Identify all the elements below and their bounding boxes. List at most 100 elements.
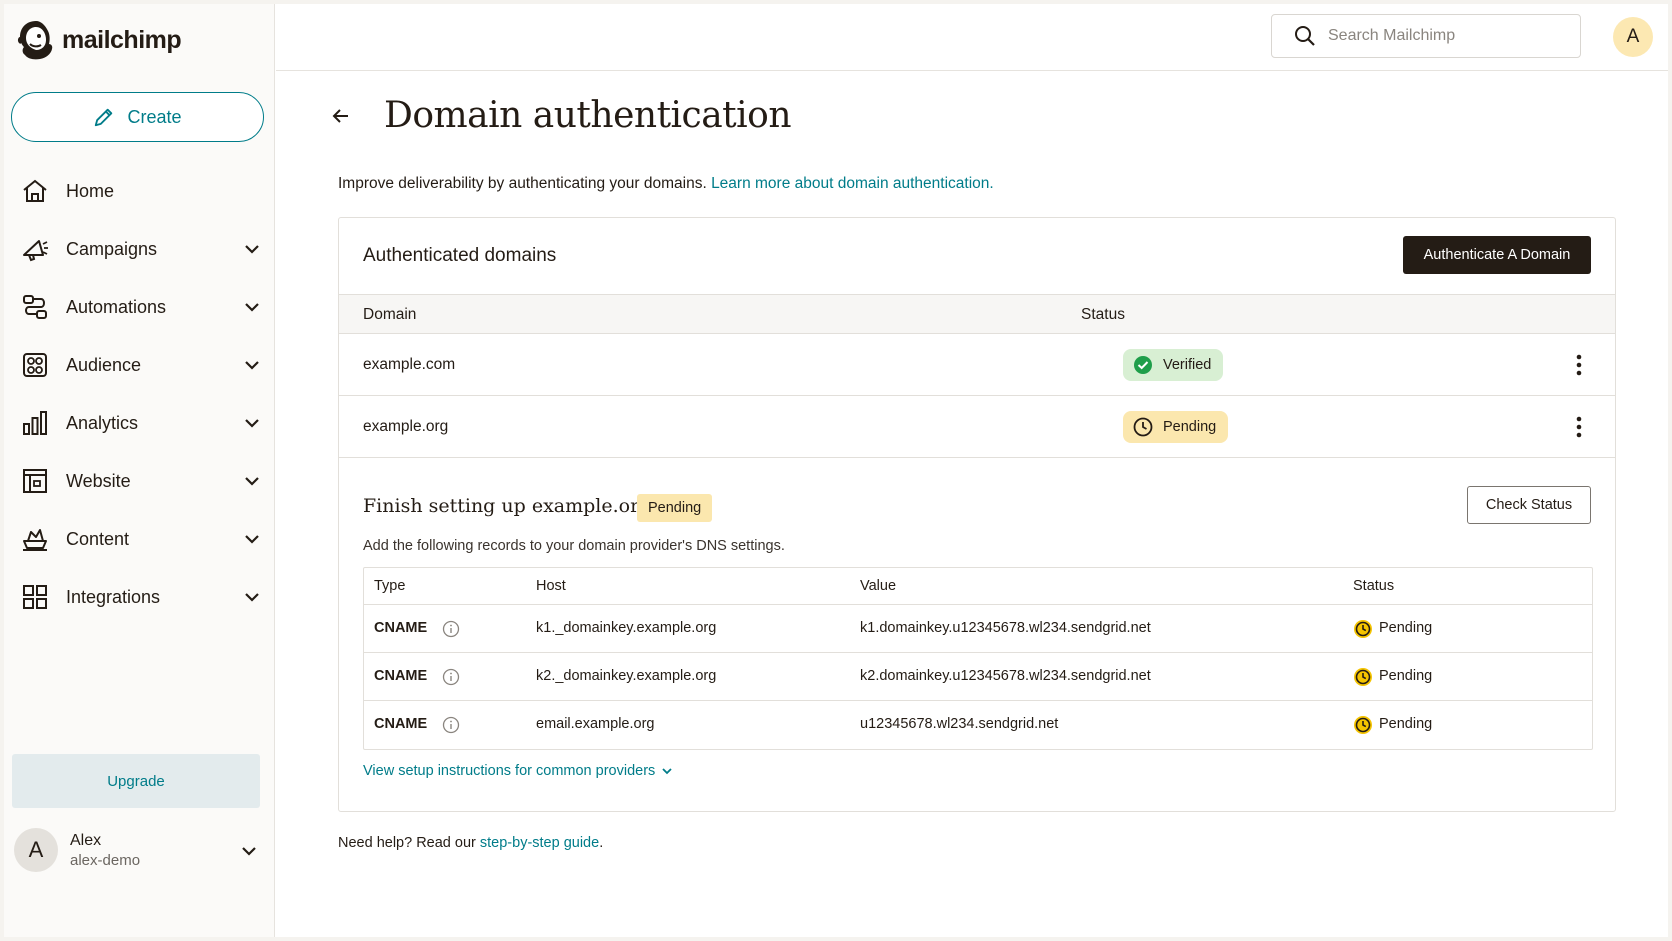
grid-icon bbox=[20, 582, 50, 612]
column-header-status: Status bbox=[1081, 306, 1125, 323]
record-type: CNAME bbox=[374, 668, 428, 684]
nav-item-campaigns[interactable]: Campaigns bbox=[4, 220, 275, 278]
column-header-status: Status bbox=[1353, 578, 1395, 594]
search-icon bbox=[1295, 26, 1315, 46]
nav-label-audience: Audience bbox=[66, 354, 142, 375]
setup-instructions-link[interactable]: View setup instructions for common provi… bbox=[363, 763, 673, 779]
domain-name: example.org bbox=[363, 418, 449, 435]
nav-label-content: Content bbox=[66, 528, 130, 549]
sidebar: mailchimp Create Home Campaigns Automati… bbox=[4, 4, 275, 937]
nav-label-analytics: Analytics bbox=[66, 412, 139, 433]
info-icon[interactable] bbox=[442, 620, 460, 638]
user-name: Alex bbox=[70, 831, 102, 849]
setup-status-badge: Pending bbox=[637, 494, 713, 522]
chevron-down-icon bbox=[245, 535, 259, 544]
search-box[interactable] bbox=[1271, 14, 1581, 58]
nav-label-website: Website bbox=[66, 470, 131, 491]
website-icon bbox=[20, 466, 50, 496]
record-value: k2.domainkey.u12345678.wl234.sendgrid.ne… bbox=[860, 668, 1151, 684]
domain-row: example.com Verified bbox=[339, 334, 1615, 396]
nav-label-campaigns: Campaigns bbox=[66, 238, 158, 259]
clock-icon bbox=[1133, 417, 1153, 437]
setup-title: Finish setting up example.org bbox=[363, 495, 651, 517]
nav-item-automations[interactable]: Automations bbox=[4, 278, 275, 336]
intro-text: Improve deliverability by authenticating… bbox=[338, 175, 994, 193]
nav-item-integrations[interactable]: Integrations bbox=[4, 568, 275, 626]
chevron-down-icon bbox=[245, 593, 259, 602]
chevron-down-icon bbox=[662, 768, 672, 775]
record-host: k1._domainkey.example.org bbox=[536, 620, 717, 636]
account-menu[interactable]: A Alex alex-demo bbox=[14, 826, 264, 874]
setup-instructions-label: View setup instructions for common provi… bbox=[363, 763, 656, 779]
domains-card: Authenticated domains Authenticate A Dom… bbox=[338, 217, 1616, 812]
chevron-down-icon bbox=[245, 419, 259, 428]
nav-label-automations: Automations bbox=[66, 296, 167, 317]
record-status: Pending bbox=[1379, 668, 1433, 684]
chevron-down-icon bbox=[245, 361, 259, 370]
page-title: Domain authentication bbox=[384, 95, 792, 136]
info-icon[interactable] bbox=[442, 668, 460, 686]
user-info: Alex alex-demo bbox=[70, 832, 140, 869]
learn-more-link[interactable]: Learn more about domain authentication. bbox=[711, 175, 994, 192]
content-icon bbox=[20, 524, 50, 554]
workflow-icon bbox=[20, 292, 50, 322]
column-header-value: Value bbox=[860, 578, 897, 594]
back-arrow-icon[interactable] bbox=[328, 103, 354, 129]
more-options-icon[interactable] bbox=[1567, 414, 1591, 440]
column-header-host: Host bbox=[536, 578, 566, 594]
dns-records-table: Type Host Value Status CNAME k1._domaink… bbox=[363, 567, 1593, 750]
record-value: k1.domainkey.u12345678.wl234.sendgrid.ne… bbox=[860, 620, 1151, 636]
logo-wordmark: mailchimp bbox=[62, 25, 182, 54]
chevron-down-icon bbox=[242, 847, 256, 856]
mailchimp-logo[interactable]: mailchimp bbox=[16, 18, 182, 62]
column-header-type: Type bbox=[374, 578, 406, 594]
check-circle-icon bbox=[1134, 356, 1152, 374]
domain-row: example.org Pending bbox=[339, 396, 1615, 458]
dns-record-row: CNAME email.example.org u12345678.wl234.… bbox=[364, 701, 1592, 749]
authenticate-domain-button[interactable]: Authenticate A Domain bbox=[1403, 236, 1591, 274]
setup-domain: example.org bbox=[531, 495, 652, 517]
chevron-down-icon bbox=[245, 303, 259, 312]
record-type: CNAME bbox=[374, 620, 428, 636]
nav-label-integrations: Integrations bbox=[66, 586, 161, 607]
record-value: u12345678.wl234.sendgrid.net bbox=[860, 716, 1059, 732]
nav-item-home[interactable]: Home bbox=[4, 162, 275, 220]
status-label: Pending bbox=[1163, 419, 1217, 435]
more-options-icon[interactable] bbox=[1567, 352, 1591, 378]
upgrade-button[interactable]: Upgrade bbox=[12, 754, 260, 808]
clock-icon bbox=[1354, 620, 1372, 638]
search-input[interactable] bbox=[1328, 27, 1558, 45]
user-handle: alex-demo bbox=[70, 851, 141, 869]
record-host: k2._domainkey.example.org bbox=[536, 668, 717, 684]
status-badge-pending: Pending bbox=[1123, 411, 1229, 443]
check-status-button[interactable]: Check Status bbox=[1467, 486, 1591, 524]
record-type: CNAME bbox=[374, 716, 428, 732]
nav-label-home: Home bbox=[66, 180, 115, 201]
nav-item-analytics[interactable]: Analytics bbox=[4, 394, 275, 452]
nav-item-website[interactable]: Website bbox=[4, 452, 275, 510]
status-label: Verified bbox=[1163, 357, 1212, 373]
account-avatar[interactable]: A bbox=[1613, 17, 1653, 57]
pencil-icon bbox=[95, 108, 113, 127]
main-nav: Home Campaigns Automations Audience Anal… bbox=[4, 162, 275, 626]
chevron-down-icon bbox=[245, 477, 259, 486]
nav-item-content[interactable]: Content bbox=[4, 510, 275, 568]
dns-record-row: CNAME k1._domainkey.example.org k1.domai… bbox=[364, 605, 1592, 653]
app-window: mailchimp Create Home Campaigns Automati… bbox=[4, 4, 1668, 937]
record-host: email.example.org bbox=[536, 716, 655, 732]
status-badge-verified: Verified bbox=[1123, 349, 1224, 381]
info-icon[interactable] bbox=[442, 716, 460, 734]
create-button[interactable]: Create bbox=[11, 92, 264, 142]
setup-title-prefix: Finish setting up bbox=[363, 495, 526, 517]
help-suffix: . bbox=[599, 835, 604, 851]
chevron-down-icon bbox=[245, 245, 259, 254]
dns-record-row: CNAME k2._domainkey.example.org k2.domai… bbox=[364, 653, 1592, 701]
help-prefix: Need help? Read our bbox=[338, 835, 476, 851]
domain-name: example.com bbox=[363, 356, 456, 373]
nav-item-audience[interactable]: Audience bbox=[4, 336, 275, 394]
domains-table-header: Domain Status bbox=[339, 294, 1615, 334]
intro-description: Improve deliverability by authenticating… bbox=[338, 175, 707, 192]
step-by-step-guide-link[interactable]: step-by-step guide bbox=[480, 835, 599, 851]
clock-icon bbox=[1354, 668, 1372, 686]
home-icon bbox=[20, 176, 50, 206]
